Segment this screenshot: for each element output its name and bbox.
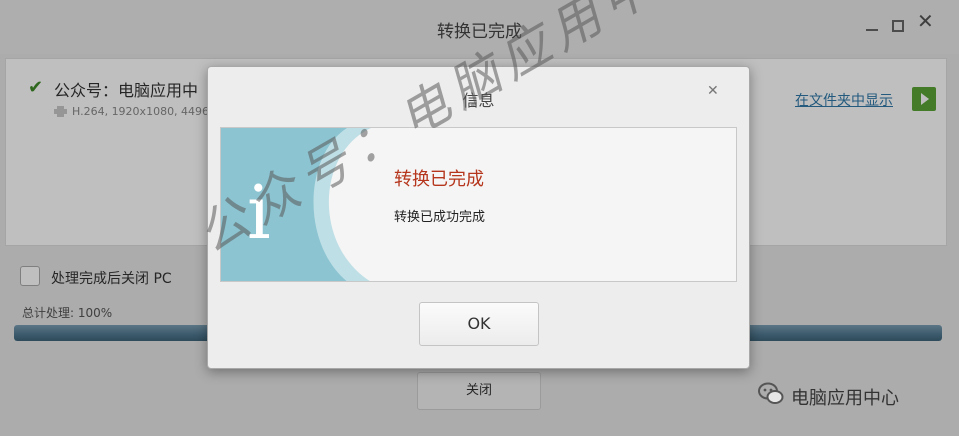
dialog-message: 转换已成功完成 — [394, 210, 486, 225]
wechat-icon — [758, 382, 784, 404]
info-message-box: i 转换已完成 转换已成功完成 — [220, 127, 737, 282]
dialog-title: 信息 — [462, 91, 495, 110]
dialog-close-icon[interactable]: ✕ — [707, 83, 719, 99]
info-icon: i — [221, 128, 381, 281]
ok-button[interactable]: OK — [419, 302, 539, 346]
dialog-heading: 转换已完成 — [394, 169, 484, 190]
brand-name: 电脑应用中心 — [791, 388, 899, 409]
info-dialog: 信息 ✕ i 转换已完成 转换已成功完成 OK — [207, 66, 750, 369]
svg-text:i: i — [247, 170, 271, 256]
